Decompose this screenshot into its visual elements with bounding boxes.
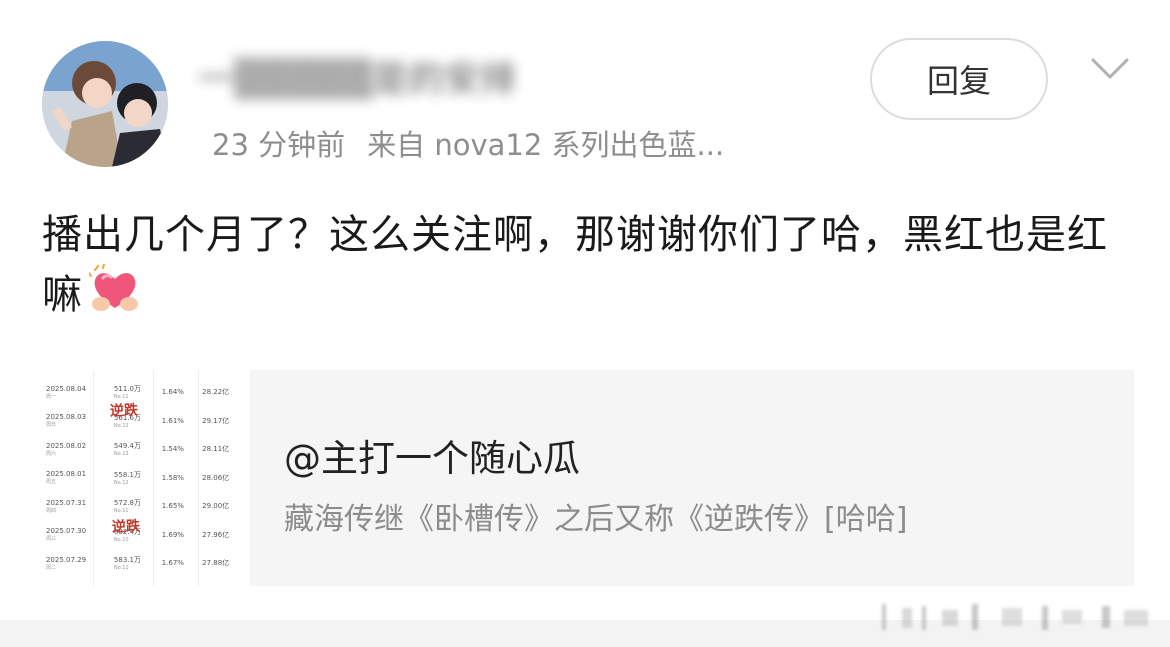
table-cell: 549.4万 No.13 [113,442,141,458]
table-cell: 2025.07.31 周四 [46,498,87,514]
table-cell: 2025.08.02 周六 [46,441,87,457]
table-cell: 27.96亿 [202,530,230,539]
table-row: 2025.08.03 周日 561.6万 No.12 1.61% 29.17亿 [44,407,248,436]
table-row: 2025.07.29 周二 583.1万 No.11 1.67% 27.88亿 [44,549,248,578]
card-thumbnail: 2025.08.04 周一 511.0万 No.11 1.64% 28.22亿 2025.0… [38,370,250,586]
post-body: 播出几个月了？这么关注啊，那谢谢你们了哈，黑红也是红嘛 [42,212,1108,318]
watermark [882,604,1148,630]
heart-hands-emoji-icon [89,264,138,311]
table-cell: 2025.08.01 周五 [46,470,87,486]
avatar-image [42,41,168,167]
card-description: 藏海传继《卧槽传》之后又称《逆跌传》[哈哈] [284,502,908,537]
table-cell: 28.22亿 [202,388,230,397]
post-time: 23 分钟前 [212,128,346,162]
table-row: 2025.08.04 周一 511.0万 No.11 1.64% 28.22亿 [44,378,248,407]
table-cell: 558.1万 No.12 [113,470,141,486]
username[interactable]: 一▒▒▒▒▒是的安排 [198,58,588,102]
table-row: 2025.08.01 周五 558.1万 No.12 1.58% 28.06亿 [44,464,248,493]
table-cell: 29.17亿 [202,416,230,425]
table-cell: 2025.08.04 周一 [46,384,87,400]
thumbnail-table: 2025.08.04 周一 511.0万 No.11 1.64% 28.22亿 2025.0… [44,378,248,578]
stamp-text: 逆跌 [111,518,141,536]
table-cell: 1.64% [161,388,184,397]
table-cell: 1.65% [161,502,184,511]
table-cell: 27.88亿 [202,559,230,568]
post-text: 播出几个月了？这么关注啊，那谢谢你们了哈，黑红也是红嘛 [42,206,1132,324]
post-meta: 23 分钟前 来自 nova12 系列出色蓝... [212,122,724,164]
table-row: 2025.07.30 周三 602.4万 No.10 1.69% 27.96亿 [44,521,248,550]
table-cell: 2025.07.30 周三 [46,527,87,543]
stamp-text: 逆跌 [109,402,139,420]
card-title: @主打一个随心瓜 [284,437,580,480]
table-cell: 583.1万 No.11 [113,556,141,572]
table-cell: 1.69% [161,530,184,539]
username-text: 一▒▒▒▒▒是的安排 [198,59,517,100]
chevron-down-icon[interactable] [1090,56,1130,82]
post-source: 来自 nova12 系列出色蓝... [367,128,725,162]
linked-post-card[interactable]: 2025.08.04 周一 511.0万 No.11 1.64% 28.22亿 2025.0… [38,370,1134,586]
table-cell: 1.54% [161,445,184,454]
reply-button[interactable]: 回复 [870,38,1048,120]
table-cell: 1.61% [161,416,184,425]
avatar[interactable] [42,41,168,167]
table-cell: 1.67% [161,559,184,568]
table-cell: 29.00亿 [202,502,230,511]
table-cell: 2025.07.29 周二 [46,555,87,571]
table-cell: 28.06亿 [202,473,230,482]
table-row: 2025.08.02 周六 549.4万 No.13 1.54% 28.11亿 [44,435,248,464]
table-row: 2025.07.31 周四 572.8万 No.11 1.65% 29.00亿 [44,492,248,521]
table-cell: 28.11亿 [202,445,230,454]
table-cell: 1.58% [161,473,184,482]
table-cell: 2025.08.03 周日 [46,413,87,429]
